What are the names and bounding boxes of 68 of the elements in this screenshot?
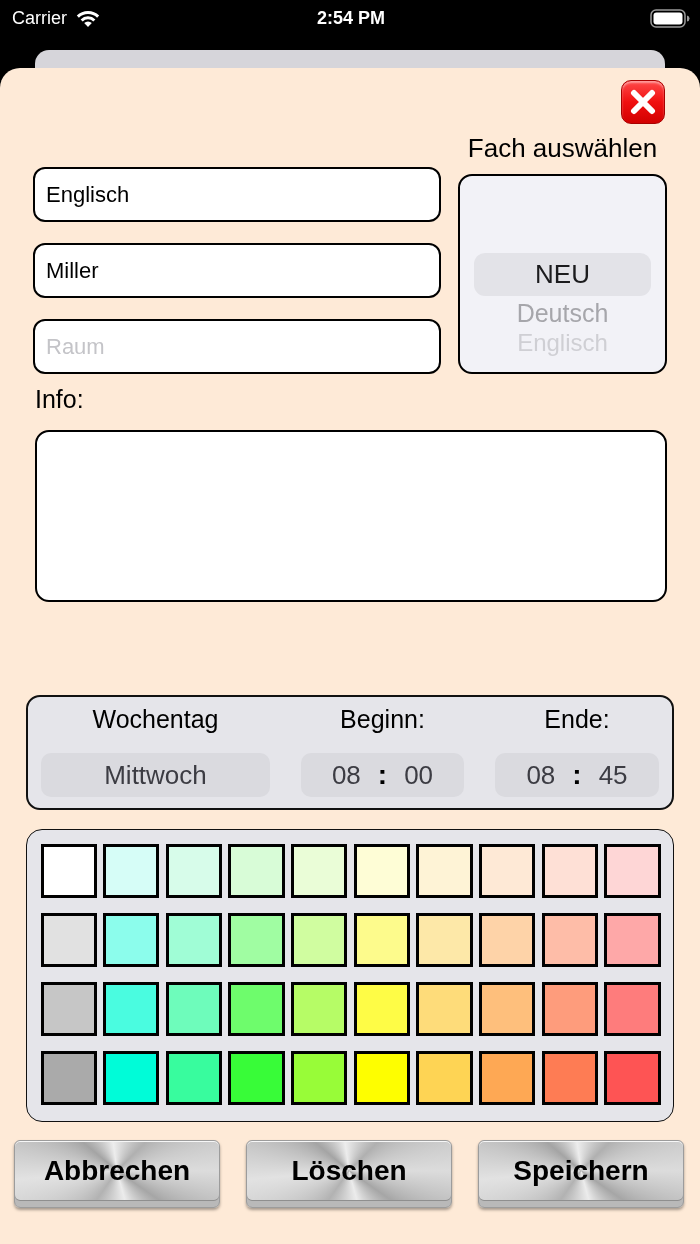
minute-value: 00 xyxy=(404,759,434,791)
text-field[interactable]: Englisch xyxy=(33,167,441,222)
color-swatch-icon[interactable] xyxy=(40,981,97,1036)
color-swatch-icon[interactable] xyxy=(40,1050,97,1105)
close-button[interactable] xyxy=(621,80,665,124)
field-label: Wochentag xyxy=(92,704,219,735)
info-label: Info: xyxy=(35,385,84,413)
color-swatch-icon[interactable] xyxy=(416,1050,473,1105)
color-swatch-icon[interactable] xyxy=(416,981,473,1036)
color-swatch-icon[interactable] xyxy=(228,843,285,898)
color-swatch-icon[interactable] xyxy=(228,1050,285,1105)
color-swatch-icon[interactable] xyxy=(604,1050,661,1105)
color-swatch-icon[interactable] xyxy=(291,843,348,898)
carrier-label: Carrier xyxy=(12,7,67,29)
color-swatch-icon[interactable] xyxy=(228,912,285,967)
clock-time: 2:54 PM xyxy=(317,7,385,29)
color-swatch-icon[interactable] xyxy=(228,981,285,1036)
color-swatch-icon[interactable] xyxy=(479,843,536,898)
weekday-picker[interactable]: Mittwoch xyxy=(41,753,270,797)
color-swatch-icon[interactable] xyxy=(103,843,160,898)
color-swatch-icon[interactable] xyxy=(416,912,473,967)
color-swatch-icon[interactable] xyxy=(416,843,473,898)
color-swatch-icon[interactable] xyxy=(353,912,410,967)
cancel-button[interactable]: Abbrechen xyxy=(14,1140,220,1208)
color-swatch-icon[interactable] xyxy=(103,981,160,1036)
color-swatch-icon[interactable] xyxy=(604,912,661,967)
text-field[interactable]: Raum xyxy=(33,319,441,374)
battery-icon xyxy=(650,8,690,28)
field-label: Beginn: xyxy=(340,704,425,735)
color-swatch-icon[interactable] xyxy=(479,981,536,1036)
delete-button[interactable]: Löschen xyxy=(246,1140,452,1208)
color-swatch-icon[interactable] xyxy=(353,981,410,1036)
color-swatch-icon[interactable] xyxy=(541,843,598,898)
time-picker[interactable]: 08 : 00 xyxy=(301,753,464,797)
color-swatch-icon[interactable] xyxy=(291,981,348,1036)
color-swatch-icon[interactable] xyxy=(40,843,97,898)
color-swatch-icon[interactable] xyxy=(541,912,598,967)
minute-value: 45 xyxy=(598,759,628,791)
save-button[interactable]: Speichern xyxy=(478,1140,684,1208)
color-swatch-icon[interactable] xyxy=(165,843,222,898)
info-field[interactable] xyxy=(35,430,667,602)
picker-option[interactable]: NEU xyxy=(474,253,651,296)
color-swatch-icon[interactable] xyxy=(604,981,661,1036)
time-picker[interactable]: 08 : 45 xyxy=(495,753,659,797)
close-icon xyxy=(630,89,656,115)
color-swatch-icon[interactable] xyxy=(165,1050,222,1105)
color-swatch-icon[interactable] xyxy=(541,1050,598,1105)
wifi-icon xyxy=(76,9,100,27)
time-separator: : xyxy=(377,761,388,789)
color-swatch-icon[interactable] xyxy=(291,912,348,967)
picker-title: Fach auswählen xyxy=(467,133,658,163)
color-swatch-icon[interactable] xyxy=(291,1050,348,1105)
color-swatch-icon[interactable] xyxy=(165,912,222,967)
hour-value: 08 xyxy=(526,759,556,791)
color-swatch-icon[interactable] xyxy=(353,1050,410,1105)
color-swatch-icon[interactable] xyxy=(541,981,598,1036)
text-field[interactable]: Miller xyxy=(33,243,441,298)
color-swatch-icon[interactable] xyxy=(103,912,160,967)
color-swatch-icon[interactable] xyxy=(479,1050,536,1105)
color-swatch-icon[interactable] xyxy=(103,1050,160,1105)
color-swatch-icon[interactable] xyxy=(604,843,661,898)
color-swatch-icon[interactable] xyxy=(165,981,222,1036)
color-swatch-icon[interactable] xyxy=(40,912,97,967)
time-separator: : xyxy=(572,761,582,789)
color-swatch-icon[interactable] xyxy=(479,912,536,967)
field-label: Ende: xyxy=(544,704,610,735)
hour-value: 08 xyxy=(331,759,361,791)
color-swatch-icon[interactable] xyxy=(353,843,410,898)
